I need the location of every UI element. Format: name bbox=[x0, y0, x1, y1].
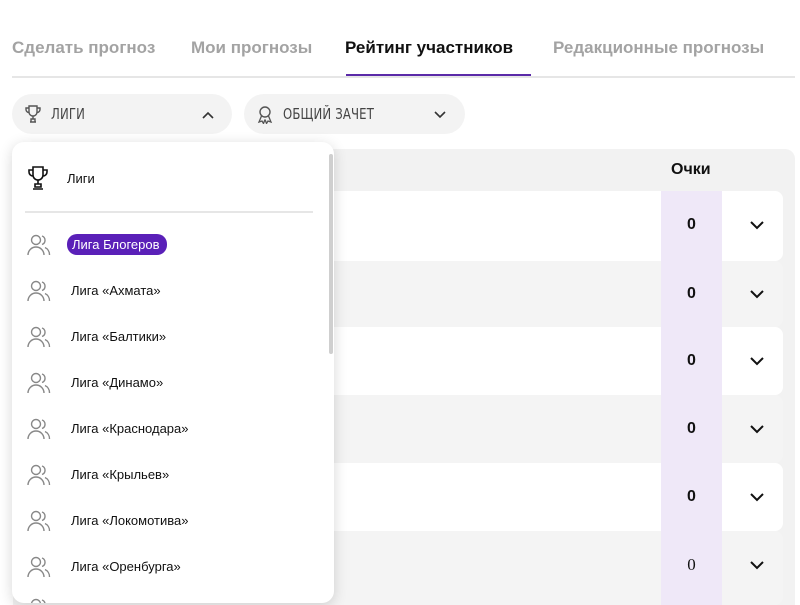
league-option-label: Лига «Крыльев» bbox=[71, 467, 170, 482]
chevron-down-icon bbox=[433, 108, 447, 126]
league-option-label: Лига «Динамо» bbox=[71, 375, 164, 390]
users-icon bbox=[26, 554, 52, 585]
league-option-label: Лига «Краснодара» bbox=[71, 421, 189, 436]
page: Сделать прогноз Мои прогнозы Рейтинг уча… bbox=[0, 0, 800, 605]
row-points: 0 bbox=[687, 216, 696, 233]
medal-icon bbox=[255, 104, 275, 129]
users-icon bbox=[26, 462, 52, 493]
row-expand-chevron-icon[interactable] bbox=[749, 558, 765, 576]
row-points: 0 bbox=[687, 285, 696, 302]
league-option-label: Лига «Локомотива» bbox=[71, 513, 189, 528]
points-column bbox=[661, 191, 722, 605]
row-points: 0 bbox=[687, 420, 696, 437]
users-icon bbox=[26, 416, 52, 447]
row-points: 0 bbox=[687, 352, 696, 369]
league-option-krasnodar[interactable]: Лига «Краснодара» bbox=[26, 413, 316, 443]
row-points: 0 bbox=[687, 488, 696, 505]
dropdown-scrollbar[interactable] bbox=[329, 154, 333, 354]
leagues-dropdown: Лиги Лига Блогеров Лига «Ахмата» Лига «Б… bbox=[12, 142, 334, 603]
league-option-dinamo[interactable]: Лига «Динамо» bbox=[26, 367, 316, 397]
row-expand-chevron-icon[interactable] bbox=[749, 422, 765, 440]
league-option-label: Лига «Балтики» bbox=[71, 329, 167, 344]
row-expand-chevron-icon[interactable] bbox=[749, 287, 765, 305]
league-option-krylya[interactable]: Лига «Крыльев» bbox=[26, 459, 316, 489]
users-icon bbox=[26, 508, 52, 539]
row-expand-chevron-icon[interactable] bbox=[749, 218, 765, 236]
league-option-lokomotiv[interactable]: Лига «Локомотива» bbox=[26, 505, 316, 535]
users-icon bbox=[26, 324, 52, 355]
active-tab-indicator bbox=[346, 74, 531, 76]
row-expand-chevron-icon[interactable] bbox=[749, 490, 765, 508]
standings-filter[interactable]: ОБЩИЙ ЗАЧЕТ bbox=[244, 94, 465, 134]
users-icon bbox=[26, 596, 52, 603]
users-icon bbox=[26, 370, 52, 401]
league-option-baltika[interactable]: Лига «Балтики» bbox=[26, 321, 316, 351]
points-column-header: Очки bbox=[671, 161, 711, 178]
league-option-orenburg[interactable]: Лига «Оренбурга» bbox=[26, 551, 316, 581]
divider bbox=[25, 211, 313, 213]
dropdown-header-leagues[interactable]: Лиги bbox=[26, 164, 316, 192]
tab-bar: Сделать прогноз Мои прогнозы Рейтинг уча… bbox=[12, 34, 795, 78]
trophy-icon bbox=[24, 104, 42, 129]
row-points: 0 bbox=[687, 555, 696, 574]
tab-my-predictions[interactable]: Мои прогнозы bbox=[191, 38, 312, 58]
league-option-label: Лига Блогеров bbox=[67, 234, 167, 255]
chevron-up-icon bbox=[201, 108, 215, 126]
tab-editorial-predictions[interactable]: Редакционные прогнозы bbox=[553, 38, 764, 58]
league-option-akhmat[interactable]: Лига «Ахмата» bbox=[26, 275, 316, 305]
tab-make-prediction[interactable]: Сделать прогноз bbox=[12, 38, 155, 58]
users-icon bbox=[26, 278, 52, 309]
users-icon bbox=[26, 232, 52, 263]
league-option-label: Лига «Оренбурга» bbox=[71, 559, 181, 574]
league-option-bloggers[interactable]: Лига Блогеров bbox=[26, 229, 316, 259]
leagues-filter[interactable]: ЛИГИ bbox=[12, 94, 232, 134]
standings-filter-label: ОБЩИЙ ЗАЧЕТ bbox=[283, 105, 375, 123]
row-expand-chevron-icon[interactable] bbox=[749, 354, 765, 372]
league-option-label: Лига «Ахмата» bbox=[71, 283, 161, 298]
leagues-filter-label: ЛИГИ bbox=[51, 105, 86, 123]
trophy-icon bbox=[26, 165, 50, 196]
tab-participants-rating[interactable]: Рейтинг участников bbox=[345, 38, 513, 58]
dropdown-header-label: Лиги bbox=[67, 171, 95, 186]
